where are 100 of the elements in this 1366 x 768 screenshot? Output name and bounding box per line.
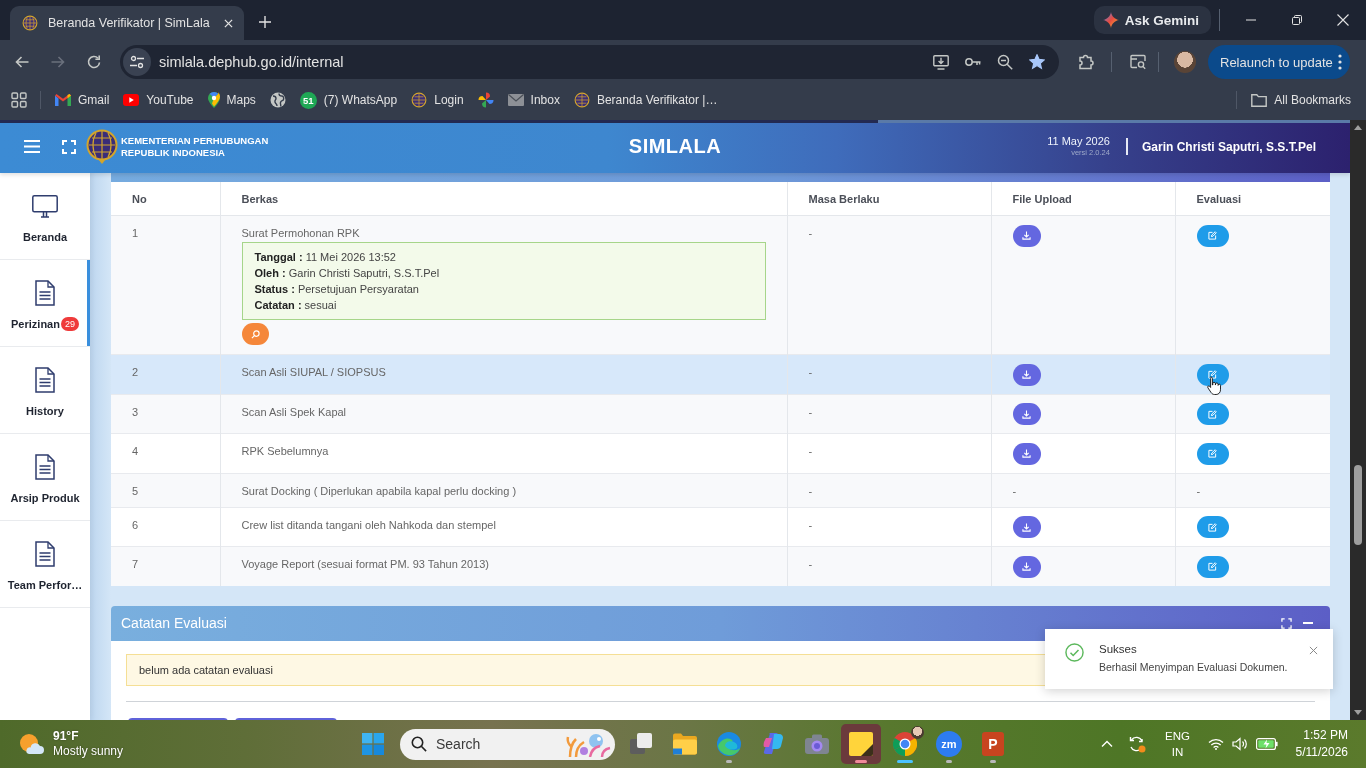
reload-icon: [86, 54, 102, 70]
table-cell: -: [787, 546, 991, 586]
table-cell: 3: [111, 394, 220, 434]
info-line: Status : Persetujuan Persyaratan: [254, 282, 420, 297]
edit-icon: [1208, 449, 1217, 458]
header-date: 11 May 2026: [1047, 135, 1110, 148]
slides-app-button[interactable]: P: [973, 724, 1013, 764]
edit-button[interactable]: [1196, 363, 1229, 386]
table-cell: -: [787, 394, 991, 434]
ribbon-logo-icon: [761, 732, 785, 756]
folder-icon: [1251, 93, 1268, 107]
browser-tab[interactable]: Beranda Verifikator | SimLala: [10, 6, 244, 40]
site-info-button[interactable]: [123, 48, 151, 76]
folder-icon: [673, 732, 697, 756]
running-indicator-icon: [946, 760, 952, 763]
user-name[interactable]: Garin Christi Saputri, S.S.T.Pel: [1141, 139, 1316, 154]
speaker-icon[interactable]: [1231, 736, 1248, 752]
clock[interactable]: 1:52 PM 5/11/2026: [1295, 727, 1348, 761]
bookmark-link[interactable]: Login: [404, 86, 471, 114]
tune-icon: [130, 55, 144, 69]
clock-date: 5/11/2026: [1295, 744, 1348, 761]
notes-app-button[interactable]: [841, 724, 881, 764]
app-logo: P: [982, 732, 1004, 756]
scroll-down-icon[interactable]: [1354, 710, 1362, 715]
scroll-up-icon[interactable]: [1354, 125, 1362, 130]
download-icon: [1022, 231, 1031, 240]
app-title: SIMLALA: [628, 135, 722, 158]
all-bookmarks-link[interactable]: All Bookmarks: [1244, 86, 1358, 114]
toast-message: Berhasil Menyimpan Evaluasi Dokumen.: [1099, 661, 1289, 673]
ask-gemini-button[interactable]: Ask Gemini: [1093, 6, 1211, 34]
scrollbar-thumb[interactable]: [1354, 465, 1362, 545]
apps-grid-icon: [11, 92, 27, 108]
window-search-icon: [1130, 54, 1146, 70]
search-bar[interactable]: Search: [400, 728, 615, 760]
wifi-icon[interactable]: [1207, 736, 1224, 752]
relaunch-button[interactable]: Relaunch to update: [1208, 45, 1350, 79]
scrollbar[interactable]: [1350, 120, 1366, 720]
download-icon: [1022, 409, 1031, 419]
search-icon: [411, 736, 427, 752]
close-icon: [1308, 645, 1318, 655]
windows-logo-icon: [362, 733, 384, 755]
sync-icon: [1127, 735, 1146, 753]
download-icon: [1022, 562, 1031, 571]
bookmark-link[interactable]: YouTube: [116, 86, 201, 114]
table-cell: 7: [111, 546, 220, 586]
table-cell: RPK Sebelumnya: [220, 433, 787, 473]
meeting-app-button[interactable]: zm: [929, 724, 969, 764]
table-cell: -: [787, 507, 991, 547]
url-text[interactable]: simlala.dephub.go.id/internal: [159, 54, 344, 70]
running-indicator-icon: [897, 760, 913, 763]
column-header: Evaluasi: [1175, 182, 1330, 216]
language-indicator[interactable]: ENG IN: [1159, 728, 1196, 760]
clock-time: 1:52 PM: [1303, 727, 1348, 744]
sticky-note-icon: [849, 732, 873, 756]
edit-icon: [1208, 370, 1217, 379]
app-logo: zm: [936, 731, 962, 757]
monitor-download-icon: [933, 54, 949, 70]
download-button[interactable]: [1012, 516, 1041, 538]
column-header: Berkas: [220, 182, 787, 216]
document-icon: [35, 454, 55, 480]
table-cell: 5: [111, 473, 220, 507]
card-title: Catatan Evaluasi: [121, 615, 227, 631]
bookmark-link[interactable]: Inbox: [500, 86, 567, 114]
restore-icon: [1292, 15, 1302, 25]
temperature: 91°F: [53, 729, 80, 744]
expand-card-button[interactable]: [1278, 615, 1294, 631]
close-toast-button[interactable]: [1307, 644, 1319, 656]
address-bar[interactable]: simlala.dephub.go.id/internal: [120, 45, 1059, 79]
running-indicator-icon: [726, 760, 732, 763]
check-circle-icon: [1065, 643, 1084, 662]
globe-icon: [269, 92, 286, 108]
document-name: Surat Permohonan RPK: [241, 226, 361, 240]
download-button[interactable]: [1012, 363, 1041, 386]
table-cell: Voyage Report (sesuai format PM. 93 Tahun 2013): [220, 546, 787, 586]
table-cell: -: [787, 473, 991, 507]
bookmark-link[interactable]: Beranda Verifikator |…: [566, 86, 725, 114]
download-icon: [1022, 522, 1031, 532]
download-button[interactable]: [1012, 442, 1041, 465]
download-button[interactable]: [1012, 224, 1041, 247]
map-pin-icon: [207, 92, 220, 108]
download-button[interactable]: [1012, 403, 1041, 425]
back-arrow-icon: [14, 54, 30, 70]
download-icon: [1022, 370, 1031, 379]
download-button[interactable]: [1012, 555, 1041, 578]
bookmark-link[interactable]: 51 (7) WhatsApp: [292, 86, 405, 114]
document-icon: [35, 541, 55, 567]
bookmark-link[interactable]: Gmail: [48, 86, 117, 114]
battery-charging-icon[interactable]: [1255, 738, 1278, 750]
weather-widget[interactable]: 91°F Mostly sunny: [18, 729, 124, 759]
sun-cloud-icon: [18, 733, 44, 755]
camera-icon: [805, 732, 829, 756]
search-input[interactable]: Search: [436, 736, 546, 752]
play-button-icon: [123, 94, 140, 106]
monitor-icon: [32, 194, 58, 218]
info-line: Catatan : sesuai: [254, 298, 338, 313]
emblem-icon: [22, 15, 38, 31]
table-cell: -: [787, 354, 991, 394]
document-icon: [35, 280, 55, 306]
bookmark-link[interactable]: Maps: [200, 86, 263, 114]
column-header: Masa Berlaku: [787, 182, 991, 216]
